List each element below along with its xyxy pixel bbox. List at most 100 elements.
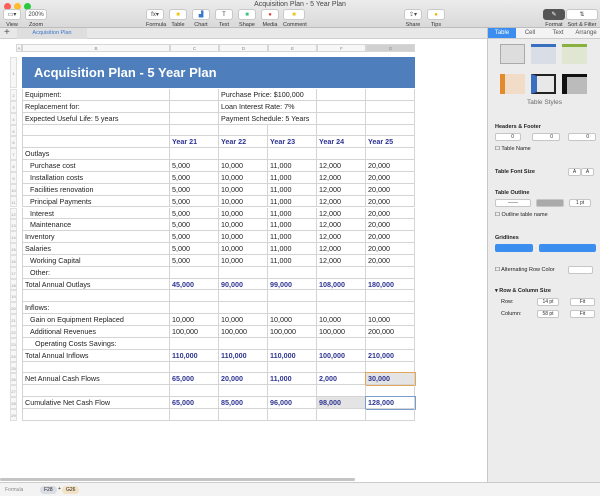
row-label-cell[interactable]: Gain on Equipment Replaced [22,314,170,326]
value-cell[interactable]: 30,000 [365,372,416,387]
value-cell[interactable]: 85,000 [219,397,268,409]
cell[interactable] [219,148,268,161]
row-header[interactable]: 1 [10,57,17,88]
table-button[interactable]: ■ Table [169,9,187,28]
value-cell[interactable]: 100,000 [268,326,317,338]
row-label-cell[interactable]: Inventory [22,231,170,244]
row-header[interactable]: 11 [10,195,17,208]
row-header[interactable]: 8 [10,160,17,172]
row-label-cell[interactable] [22,136,170,149]
formula-token-f28[interactable]: F28 [40,486,57,494]
row-header[interactable]: 14 [10,231,17,244]
alt-row-color-well[interactable] [568,266,593,274]
cell[interactable] [317,290,366,303]
column-header-f[interactable]: F [317,44,366,52]
value-cell[interactable]: 20,000 [366,160,415,172]
value-cell[interactable]: 128,000 [365,396,416,410]
row-header[interactable]: 19 [10,290,17,303]
horizontal-scrollbar[interactable] [0,478,355,481]
row-header[interactable]: 12 [10,207,17,220]
value-cell[interactable]: Year 22 [219,136,268,149]
cell[interactable] [268,266,317,279]
row-header[interactable]: 4 [10,112,17,125]
value-cell[interactable]: Year 21 [170,136,219,149]
value-cell[interactable]: 96,000 [268,397,317,409]
outline-style-select[interactable]: —— [495,199,531,207]
value-cell[interactable]: 20,000 [219,373,268,386]
row-label-cell[interactable]: Expected Useful Life: 5 years [22,112,170,125]
column-width-stepper[interactable]: 58 pt [537,310,559,318]
cell[interactable] [219,385,268,398]
cell[interactable] [268,124,317,137]
value-cell[interactable]: 11,000 [268,160,317,172]
header-columns-stepper[interactable]: 0 [532,133,560,141]
value-cell[interactable]: 11,000 [268,171,317,184]
cell[interactable] [317,100,366,113]
value-cell[interactable]: 10,000 [219,195,268,208]
row-label-cell[interactable]: Outlays [22,148,170,161]
increase-font-button[interactable]: A [581,168,594,176]
row-label-cell[interactable]: Net Annual Cash Flows [22,373,170,386]
value-cell[interactable]: 12,000 [317,243,366,255]
cell[interactable] [317,361,366,374]
cell[interactable] [366,290,415,303]
style-black[interactable] [562,74,587,94]
row-label-cell[interactable]: Installation costs [22,171,170,184]
chart-button[interactable]: ▟ Chart [192,9,210,28]
cell[interactable] [366,100,415,113]
cell[interactable] [170,89,219,101]
tab-cell[interactable]: Cell [516,28,544,38]
value-cell[interactable]: 5,000 [170,207,219,220]
value-cell[interactable]: 20,000 [366,219,415,232]
tab-text[interactable]: Text [544,28,572,38]
value-cell[interactable]: Year 23 [268,136,317,149]
value-cell[interactable]: 200,000 [366,326,415,338]
style-outline[interactable] [531,74,556,94]
row-header[interactable]: 17 [10,266,17,279]
value-cell[interactable]: 10,000 [219,231,268,244]
cell[interactable] [317,408,366,421]
table-style-gallery[interactable] [500,44,590,99]
row-header[interactable]: 23 [10,337,17,350]
row-header[interactable]: 27 [10,385,17,398]
cell[interactable] [170,148,219,161]
row-fit-button[interactable]: Fit [570,298,595,306]
cell[interactable] [219,337,268,350]
style-orange[interactable] [500,74,525,94]
cell[interactable] [317,89,366,101]
row-label-cell[interactable]: Inflows: [22,302,170,315]
value-cell[interactable]: 20,000 [366,254,415,267]
cell[interactable] [170,337,219,350]
value-cell[interactable]: 10,000 [219,171,268,184]
view-button[interactable]: ▭▾ View [3,9,21,28]
comment-button[interactable]: ■ Comment [283,9,307,28]
value-cell[interactable]: 11,000 [268,243,317,255]
footer-rows-stepper[interactable]: 0 [568,133,596,141]
row-header[interactable]: 15 [10,243,17,255]
cell[interactable] [170,290,219,303]
alternating-row-checkbox[interactable]: ☐ Alternating Row Color [495,267,555,273]
cell[interactable] [366,266,415,279]
value-cell[interactable]: 100,000 [317,349,366,362]
cell[interactable] [366,385,415,398]
row-label-cell[interactable]: Principal Payments [22,195,170,208]
value-cell[interactable]: 11,000 [268,195,317,208]
cell[interactable] [170,100,219,113]
row-label-cell[interactable]: Operating Costs Savings: [22,337,170,350]
cell[interactable] [170,408,219,421]
value-cell[interactable]: 65,000 [170,373,219,386]
value-cell[interactable]: 12,000 [317,160,366,172]
row-label-cell[interactable] [22,124,170,137]
value-cell[interactable]: 5,000 [170,231,219,244]
value-cell[interactable]: Year 25 [366,136,415,149]
value-cell[interactable]: 11,000 [268,207,317,220]
cell[interactable] [317,266,366,279]
row-header[interactable]: 28 [10,397,17,409]
row-label-cell[interactable]: Equipment: [22,89,170,101]
sort-filter-button[interactable]: ⇅ Sort & Filter [566,9,598,28]
value-cell[interactable]: 20,000 [366,243,415,255]
cell[interactable] [219,290,268,303]
value-cell[interactable]: 12,000 [317,231,366,244]
row-header[interactable]: 2 [10,89,17,101]
style-blue[interactable] [531,44,556,64]
